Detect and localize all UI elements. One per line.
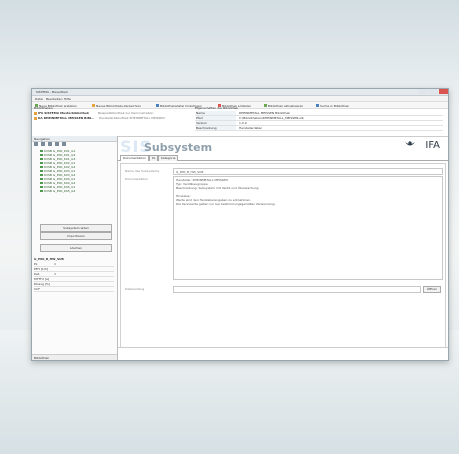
close-button[interactable] bbox=[439, 89, 448, 94]
parameter-heading: G_P00_B_HW_SUB bbox=[34, 257, 64, 261]
ifa-logo-icon bbox=[405, 141, 415, 146]
menu-bearbeiten[interactable]: Bearbeiten bbox=[46, 97, 62, 101]
library-panel: Bibliotheken IFA SISTEMA Musterbibliothe… bbox=[32, 106, 448, 137]
tree-item[interactable]: KVSB G_P00_K05_G2 bbox=[40, 189, 75, 193]
menu-datei[interactable]: Datei bbox=[35, 97, 43, 101]
maximize-button[interactable] bbox=[429, 89, 438, 94]
filter-icon[interactable] bbox=[48, 142, 52, 146]
properties-title: Eigenschaften der Bibliothek bbox=[195, 106, 239, 110]
parameter-row: CCF bbox=[34, 287, 114, 292]
load-subsystem-button[interactable]: Subsystem laden bbox=[40, 224, 112, 232]
name-label: Name des Subsystems bbox=[125, 169, 160, 173]
collapse-icon[interactable] bbox=[41, 142, 45, 146]
brand-banner: SIS Subsystem IFA bbox=[118, 136, 448, 156]
library-item[interactable]: IFA SISTEMA Musterbibliothek Beispielbib… bbox=[34, 111, 153, 115]
library-list-title: Bibliotheken bbox=[34, 106, 53, 110]
window-title: SISTEMA - Bauartbeh bbox=[36, 90, 68, 94]
sort-icon[interactable] bbox=[55, 142, 59, 146]
property-row: Beschreibung Herstellerdaten bbox=[195, 126, 443, 131]
subsystem-editor: SIS Subsystem IFA Dokumentation PL Kateg… bbox=[118, 136, 448, 360]
page-title: Subsystem bbox=[144, 141, 213, 154]
link-icon[interactable] bbox=[62, 142, 66, 146]
expand-icon[interactable] bbox=[34, 142, 38, 146]
navigation-footer: Bibliothek bbox=[32, 354, 117, 360]
minimize-button[interactable] bbox=[419, 89, 428, 94]
file-input[interactable] bbox=[173, 286, 421, 293]
menu-hilfe[interactable]: Hilfe bbox=[64, 97, 71, 101]
application-window: SISTEMA - Bauartbeh Datei Bearbeiten Hil… bbox=[31, 88, 449, 361]
navigation-toolbar bbox=[34, 142, 69, 147]
documentation-label: Dokumentation bbox=[125, 177, 149, 181]
library-item[interactable]: KA RHEINMETALL MEISSEN BIBL.. Hersteller… bbox=[34, 116, 165, 120]
file-label: Dateianhang bbox=[125, 287, 145, 291]
library-icon bbox=[34, 116, 37, 120]
tab-documentation[interactable]: Dokumentation bbox=[120, 155, 150, 161]
status-area bbox=[118, 347, 448, 360]
documentation-form: Name des Subsystems G_P00_B_HW_SUB Dokum… bbox=[120, 163, 446, 350]
library-list: Bibliotheken IFA SISTEMA Musterbibliothe… bbox=[34, 106, 194, 136]
library-properties: Eigenschaften der Bibliothek Name RHEINME… bbox=[195, 106, 445, 136]
open-file-button[interactable]: Öffnen bbox=[423, 286, 441, 293]
delete-button[interactable]: Löschen bbox=[40, 244, 112, 252]
import-button[interactable]: Importieren bbox=[40, 232, 112, 240]
documentation-textarea[interactable]: Hersteller: RHEINMETALL MEISSEN Typ: Ven… bbox=[173, 176, 443, 280]
ifa-logo: IFA bbox=[425, 140, 440, 151]
library-icon bbox=[34, 111, 37, 115]
name-input[interactable]: G_P00_B_HW_SUB bbox=[173, 168, 443, 175]
editor-tabs: Dokumentation PL Kategorie bbox=[118, 154, 448, 161]
navigation-panel: Navigation KVSB G_P00_K01_G1 KVSB G_P00_… bbox=[32, 136, 118, 360]
title-bar: SISTEMA - Bauartbeh bbox=[32, 89, 448, 96]
tab-category[interactable]: Kategorie bbox=[158, 155, 179, 161]
